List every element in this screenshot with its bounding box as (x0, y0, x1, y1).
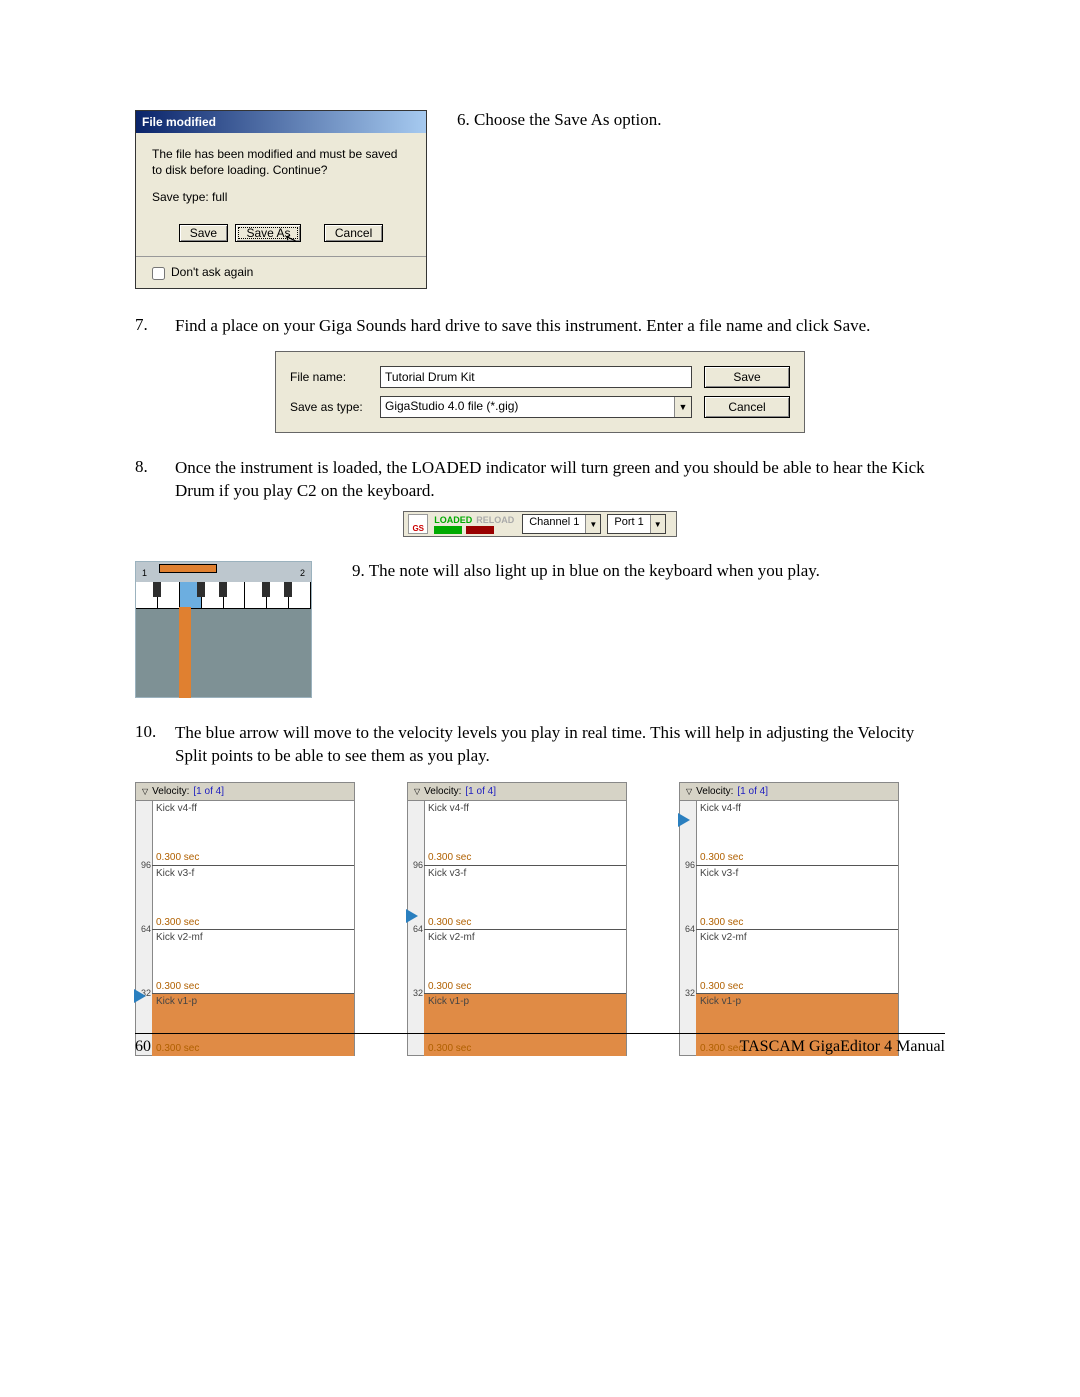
gs-icon: GS (408, 514, 428, 534)
velocity-time: 0.300 sec (428, 852, 471, 863)
velocity-threshold: 64 (681, 924, 695, 934)
velocity-name: Kick v4-ff (156, 803, 197, 814)
velocity-time: 0.300 sec (428, 981, 471, 992)
velocity-time: 0.300 sec (700, 981, 743, 992)
triangle-down-icon: ▽ (686, 787, 692, 796)
velocity-threshold: 32 (681, 988, 695, 998)
piano-keys[interactable] (136, 582, 311, 609)
velocity-cell[interactable]: Kick v3-f 0.300 sec (696, 865, 898, 930)
chevron-down-icon: ▼ (585, 515, 600, 533)
velocity-name: Kick v4-ff (700, 803, 741, 814)
loaded-status-bar: GS LOADED RELOAD Channel 1 ▼ Port 1 ▼ (403, 511, 677, 537)
page-footer: 60 TASCAM GigaEditor 4 Manual (135, 1033, 945, 1056)
velocity-threshold: 32 (409, 988, 423, 998)
step-7-number: 7. (135, 315, 175, 338)
velocity-time: 0.300 sec (156, 981, 199, 992)
velocity-name: Kick v2-mf (156, 932, 203, 943)
highlighted-key (180, 582, 202, 608)
velocity-cell[interactable]: Kick v2-mf 0.300 sec (424, 929, 626, 994)
velocity-cell[interactable]: Kick v4-ff 0.300 sec (424, 801, 626, 865)
velocity-header[interactable]: ▽Velocity: [1 of 4] (408, 783, 626, 801)
velocity-panel: ▽Velocity: [1 of 4]Kick v4-ff0.300 secKi… (679, 782, 899, 1056)
file-name-label: File name: (290, 370, 380, 384)
page-number: 60 (135, 1038, 151, 1056)
cancel-button[interactable]: Cancel (324, 224, 383, 242)
step-8-number: 8. (135, 457, 175, 503)
triangle-down-icon: ▽ (414, 787, 420, 796)
velocity-name: Kick v2-mf (428, 932, 475, 943)
velocity-panels-row: ▽Velocity: [1 of 4]Kick v4-ff0.300 secKi… (135, 782, 945, 1056)
save-as-type-dropdown[interactable]: GigaStudio 4.0 file (*.gig) ▼ (380, 396, 692, 418)
velocity-cell[interactable]: Kick v4-ff 0.300 sec (152, 801, 354, 865)
velocity-threshold: 64 (409, 924, 423, 934)
chevron-down-icon: ▼ (674, 397, 691, 417)
save-file-button[interactable]: Save (704, 366, 790, 388)
velocity-threshold: 96 (681, 860, 695, 870)
velocity-cell[interactable]: Kick v4-ff 0.300 sec (696, 801, 898, 865)
manual-title: TASCAM GigaEditor 4 Manual (740, 1038, 945, 1056)
note-track (180, 608, 190, 697)
velocity-name: Kick v3-f (700, 868, 738, 879)
manual-page: File modified The file has been modified… (0, 0, 1080, 1116)
dialog-title: File modified (136, 111, 426, 133)
step-9-text: 9. The note will also light up in blue o… (352, 561, 945, 581)
step-7-text: Find a place on your Giga Sounds hard dr… (175, 315, 945, 338)
cancel-file-button[interactable]: Cancel (704, 396, 790, 418)
velocity-name: Kick v4-ff (428, 803, 469, 814)
velocity-time: 0.300 sec (156, 917, 199, 928)
velocity-time: 0.300 sec (700, 917, 743, 928)
velocity-name: Kick v1-p (428, 996, 469, 1007)
velocity-arrow-icon (678, 813, 690, 827)
triangle-down-icon: ▽ (142, 787, 148, 796)
port-dropdown[interactable]: Port 1 ▼ (607, 514, 665, 534)
velocity-arrow-icon (134, 989, 146, 1003)
velocity-name: Kick v1-p (700, 996, 741, 1007)
save-as-type-label: Save as type: (290, 400, 380, 414)
velocity-cell[interactable]: Kick v3-f 0.300 sec (152, 865, 354, 930)
save-as-type-value: GigaStudio 4.0 file (*.gig) (381, 397, 674, 417)
region-marker (159, 564, 217, 573)
velocity-cell[interactable]: Kick v2-mf 0.300 sec (696, 929, 898, 994)
velocity-header[interactable]: ▽Velocity: [1 of 4] (680, 783, 898, 801)
step-8-text: Once the instrument is loaded, the LOADE… (175, 457, 945, 503)
loaded-indicator: LOADED RELOAD (434, 515, 514, 534)
velocity-threshold: 96 (137, 860, 151, 870)
step-6-text: 6. Choose the Save As option. (457, 110, 945, 130)
velocity-threshold: 96 (409, 860, 423, 870)
velocity-name: Kick v3-f (428, 868, 466, 879)
chevron-down-icon: ▼ (650, 515, 665, 533)
save-button[interactable]: Save (179, 224, 228, 242)
velocity-name: Kick v3-f (156, 868, 194, 879)
velocity-name: Kick v2-mf (700, 932, 747, 943)
keyboard-octave-number: 2 (300, 568, 305, 578)
step-10-text: The blue arrow will move to the velocity… (175, 722, 945, 768)
dont-ask-checkbox[interactable]: Don't ask again (152, 265, 253, 279)
channel-dropdown[interactable]: Channel 1 ▼ (522, 514, 601, 534)
velocity-header[interactable]: ▽Velocity: [1 of 4] (136, 783, 354, 801)
velocity-time: 0.300 sec (156, 852, 199, 863)
dialog-message: The file has been modified and must be s… (152, 147, 410, 178)
step-10-number: 10. (135, 722, 175, 768)
velocity-time: 0.300 sec (428, 917, 471, 928)
velocity-panel: ▽Velocity: [1 of 4]Kick v4-ff0.300 secKi… (135, 782, 355, 1056)
file-modified-dialog: File modified The file has been modified… (135, 110, 427, 289)
velocity-arrow-icon (406, 909, 418, 923)
file-name-input[interactable] (380, 366, 692, 388)
velocity-time: 0.300 sec (700, 852, 743, 863)
velocity-cell[interactable]: Kick v2-mf 0.300 sec (152, 929, 354, 994)
velocity-name: Kick v1-p (156, 996, 197, 1007)
velocity-threshold: 64 (137, 924, 151, 934)
velocity-panel: ▽Velocity: [1 of 4]Kick v4-ff0.300 secKi… (407, 782, 627, 1056)
save-file-dialog: File name: Save Save as type: GigaStudio… (275, 351, 805, 433)
save-type-label: Save type: full (152, 190, 410, 204)
keyboard-region-view: 1 2 (135, 561, 312, 698)
velocity-cell[interactable]: Kick v3-f 0.300 sec (424, 865, 626, 930)
